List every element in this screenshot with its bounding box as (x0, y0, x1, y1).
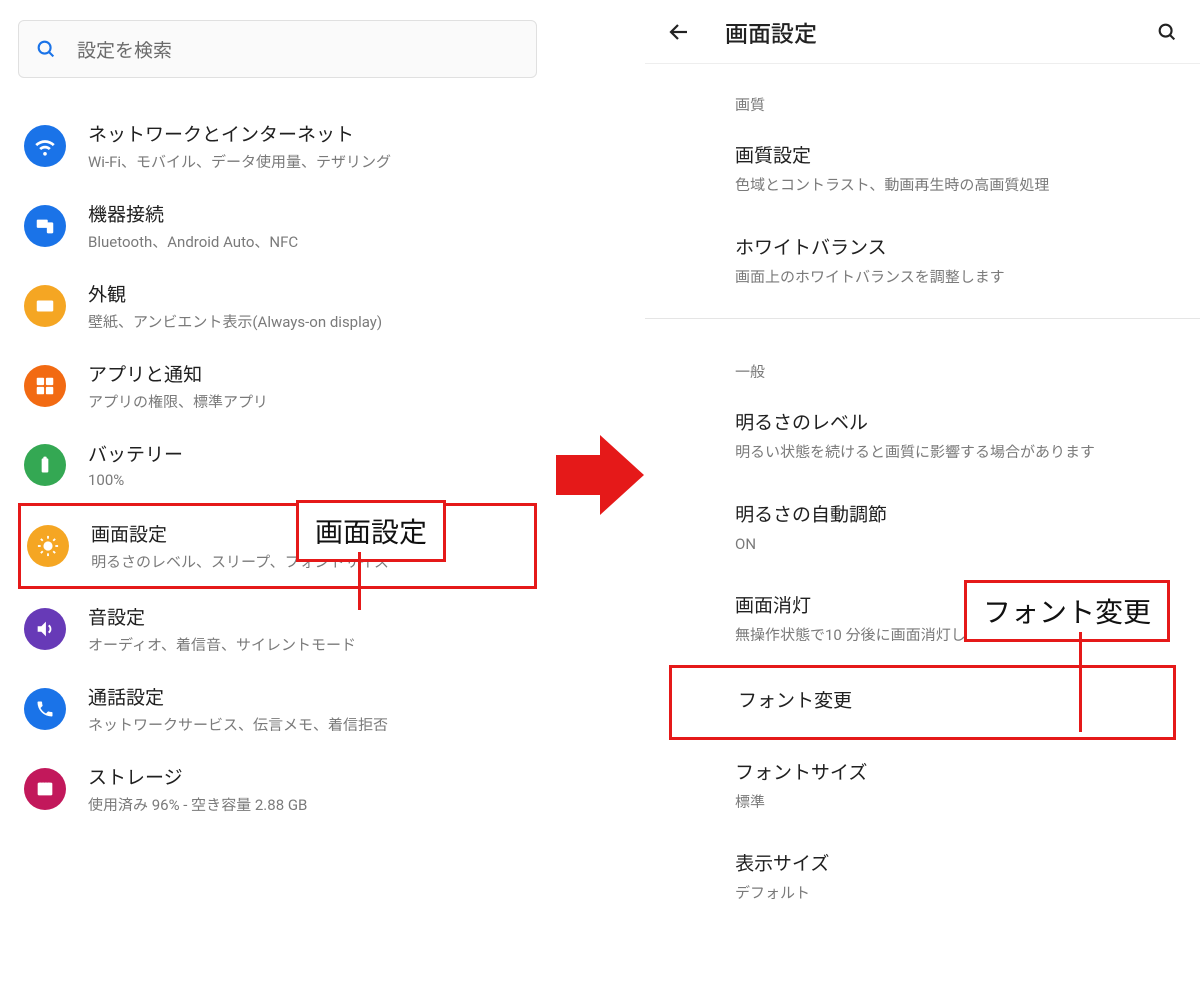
settings-item-panorama[interactable]: 外観壁紙、アンビエント表示(Always-on display) (18, 266, 537, 346)
settings-item-title: ストレージ (88, 763, 531, 790)
settings-item-subtitle: 壁紙、アンビエント表示(Always-on display) (88, 311, 531, 332)
display-item-title: フォントサイズ (735, 758, 1170, 785)
settings-item-devices[interactable]: 機器接続 Bluetooth、Android Auto、NFC (18, 186, 537, 266)
battery-icon (24, 444, 66, 486)
appbar-search-button[interactable] (1156, 21, 1178, 43)
display-item-subtitle: 明るい状態を続けると画質に影響する場合があります (735, 441, 1170, 464)
display-item[interactable]: ホワイトバランス画面上のホワイトバランスを調整します (645, 215, 1200, 307)
display-item-subtitle: デフォルト (735, 882, 1170, 905)
apps-icon (24, 365, 66, 407)
display-item-title: フォント変更 (738, 686, 1167, 713)
settings-item-subtitle: Wi-Fi、モバイル、データ使用量、テザリング (88, 151, 531, 172)
settings-item-title: 音設定 (88, 603, 531, 630)
back-button[interactable] (667, 20, 691, 44)
display-item[interactable]: 表示サイズデフォルト (645, 831, 1200, 923)
display-item-title: ホワイトバランス (735, 233, 1170, 260)
settings-item-subtitle: オーディオ、着信音、サイレントモード (88, 634, 531, 655)
settings-item-subtitle: ネットワークサービス、伝言メモ、着信拒否 (88, 714, 531, 735)
display-item-subtitle: 標準 (735, 791, 1170, 814)
settings-item-battery[interactable]: バッテリー 100% (18, 426, 537, 503)
section-divider (645, 318, 1200, 319)
appbar: 画面設定 (645, 0, 1200, 64)
display-settings-panel: 画面設定 画質画質設定色域とコントラスト、動画再生時の高画質処理ホワイトバランス… (645, 0, 1200, 990)
flow-arrow-icon (556, 430, 644, 520)
panorama-icon (24, 285, 66, 327)
settings-item-subtitle: 100% (88, 471, 531, 489)
settings-item-title: 通話設定 (88, 683, 531, 710)
settings-item-wifi[interactable]: ネットワークとインターネット Wi-Fi、モバイル、データ使用量、テザリング (18, 106, 537, 186)
display-item-subtitle: 画面上のホワイトバランスを調整します (735, 266, 1170, 289)
storage-icon (24, 768, 66, 810)
settings-item-title: アプリと通知 (88, 360, 531, 387)
settings-item-brightness[interactable]: 画面設定明るさのレベル、スリープ、フォントサイズ (18, 503, 537, 589)
display-item[interactable]: フォントサイズ標準 (645, 740, 1200, 832)
display-item[interactable]: 明るさのレベル明るい状態を続けると画質に影響する場合があります (645, 390, 1200, 482)
callout-font-change: フォント変更 (964, 580, 1170, 642)
callout-connector (358, 552, 361, 610)
display-item-title: 画質設定 (735, 141, 1170, 168)
devices-icon (24, 205, 66, 247)
display-item-title: 明るさの自動調節 (735, 500, 1170, 527)
settings-item-title: バッテリー (88, 440, 531, 467)
search-placeholder: 設定を検索 (77, 36, 172, 63)
display-item-title: 明るさのレベル (735, 408, 1170, 435)
callout-display-settings: 画面設定 (296, 500, 446, 562)
section-label: 一般 (645, 331, 1200, 390)
brightness-icon (27, 525, 69, 567)
appbar-title: 画面設定 (725, 15, 1156, 49)
settings-item-storage[interactable]: ストレージ使用済み 96% - 空き容量 2.88 GB (18, 749, 537, 829)
callout-connector (1079, 632, 1082, 732)
settings-item-subtitle: 使用済み 96% - 空き容量 2.88 GB (88, 794, 531, 815)
settings-item-title: ネットワークとインターネット (88, 120, 531, 147)
settings-root-panel: 設定を検索 ネットワークとインターネット Wi-Fi、モバイル、データ使用量、テザ… (0, 0, 555, 990)
settings-item-title: 外観 (88, 280, 531, 307)
settings-item-subtitle: Bluetooth、Android Auto、NFC (88, 231, 531, 252)
settings-item-phone[interactable]: 通話設定ネットワークサービス、伝言メモ、着信拒否 (18, 669, 537, 749)
wifi-icon (24, 125, 66, 167)
section-label: 画質 (645, 64, 1200, 123)
flow-arrow-gap (555, 0, 645, 990)
display-item-subtitle: ON (735, 533, 1170, 556)
volume-icon (24, 608, 66, 650)
display-item[interactable]: 明るさの自動調節 ON (645, 482, 1200, 574)
settings-item-volume[interactable]: 音設定オーディオ、着信音、サイレントモード (18, 589, 537, 669)
search-icon (35, 38, 57, 60)
phone-icon (24, 688, 66, 730)
display-item[interactable]: フォント変更 (669, 665, 1176, 740)
display-item-title: 表示サイズ (735, 849, 1170, 876)
settings-item-subtitle: アプリの権限、標準アプリ (88, 391, 531, 412)
display-item-subtitle: 色域とコントラスト、動画再生時の高画質処理 (735, 174, 1170, 197)
settings-item-title: 機器接続 (88, 200, 531, 227)
settings-item-apps[interactable]: アプリと通知アプリの権限、標準アプリ (18, 346, 537, 426)
search-input[interactable]: 設定を検索 (18, 20, 537, 78)
display-item[interactable]: 画質設定色域とコントラスト、動画再生時の高画質処理 (645, 123, 1200, 215)
